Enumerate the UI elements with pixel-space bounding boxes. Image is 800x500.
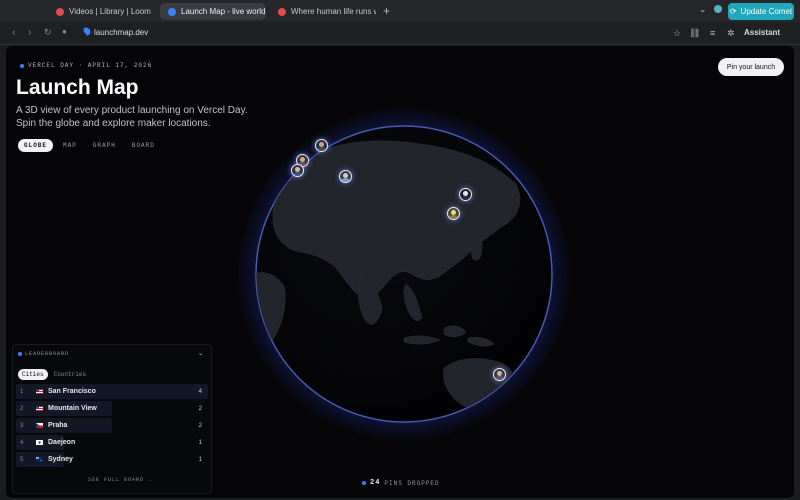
address-bar: ‹ › ↻ ● launchmap.dev ☆ ⛓ ≡ ✲ Assistant: [0, 22, 800, 45]
tab-cities[interactable]: Cities: [18, 369, 48, 380]
page-favicon-icon: [278, 7, 286, 16]
maker-avatar[interactable]: [459, 188, 472, 201]
row-city: Mountain View: [48, 405, 97, 412]
menu-lines-icon[interactable]: ≡: [710, 28, 715, 38]
row-rank: 2: [20, 405, 24, 412]
pins-count: 24: [370, 479, 381, 487]
czech-flag-icon: [36, 423, 43, 428]
link-icon[interactable]: ⛓: [689, 28, 700, 39]
forward-arrow-icon[interactable]: ›: [28, 27, 31, 38]
us-flag-icon: [36, 389, 43, 394]
event-date-text: VERCEL DAY · APRIL 17, 2026: [28, 62, 153, 69]
update-comet-button[interactable]: ⟳ Update Comet: [728, 3, 794, 20]
tab-board[interactable]: BOARD: [126, 139, 161, 152]
australia-flag-icon: [36, 457, 43, 462]
leaderboard-row[interactable]: 1 San Francisco 4: [16, 384, 208, 399]
row-rank: 5: [20, 456, 24, 463]
maker-avatar[interactable]: [291, 164, 304, 177]
tab-perplexity[interactable]: Where human life runs with: [270, 3, 376, 20]
launch-map-page: VERCEL DAY · APRIL 17, 2026 Launch Map A…: [6, 46, 794, 498]
bookmark-star-icon[interactable]: ☆: [673, 28, 681, 39]
tab-globe[interactable]: GLOBE: [18, 139, 54, 152]
status-dot-icon: [362, 481, 366, 485]
pins-dropped-counter: 24 PINS DROPPED: [362, 479, 440, 487]
tab-countries[interactable]: Countries: [50, 369, 90, 380]
maker-avatar[interactable]: [447, 207, 460, 220]
leaderboard-row[interactable]: 3 Praha 2: [16, 418, 208, 433]
maker-avatar[interactable]: [339, 170, 352, 183]
page-title: Launch Map: [16, 76, 139, 99]
refresh-icon: ⟳: [729, 7, 737, 16]
microphone-icon[interactable]: ●: [62, 27, 67, 36]
us-flag-icon: [36, 406, 43, 411]
tab-label: Launch Map - live world ma: [181, 7, 266, 16]
see-full-board-link[interactable]: SEE FULL BOARD →: [88, 477, 152, 483]
collapse-chevron-icon[interactable]: ⌄: [197, 348, 204, 357]
status-dot-icon: [20, 63, 24, 68]
row-count: 2: [198, 422, 202, 429]
leaderboard-title: LEADERBOARD: [25, 351, 70, 357]
assistant-button[interactable]: Assistant: [744, 28, 780, 37]
row-count: 1: [198, 439, 202, 446]
tab-label: Where human life runs with: [291, 7, 376, 16]
leaderboard-header: LEADERBOARD: [18, 351, 69, 357]
globe-favicon-icon: [168, 7, 176, 16]
page-subtitle: A 3D view of every product launching on …: [16, 105, 248, 129]
maker-avatar[interactable]: [315, 139, 328, 152]
row-rank: 3: [20, 422, 24, 429]
browser-tab-strip: Videos | Library | Loom Launch Map - liv…: [0, 0, 800, 22]
pins-label: PINS DROPPED: [384, 479, 440, 487]
update-label: Update Comet: [740, 7, 793, 16]
leaderboard-row[interactable]: 2 Mountain View 2: [16, 401, 208, 416]
row-count: 1: [198, 456, 202, 463]
row-city: Praha: [48, 422, 68, 429]
url-field[interactable]: launchmap.dev: [94, 28, 148, 37]
tab-map[interactable]: MAP: [57, 139, 83, 152]
leaderboard-row[interactable]: 4 Daejeon 1: [16, 435, 208, 450]
row-city: San Francisco: [48, 388, 96, 395]
row-count: 2: [198, 405, 202, 412]
settings-icon[interactable]: ✲: [727, 28, 735, 39]
new-tab-button[interactable]: +: [383, 4, 390, 18]
leaderboard-panel: LEADERBOARD ⌄ Cities Countries 1 San Fra…: [12, 344, 212, 494]
korea-flag-icon: [36, 440, 43, 445]
pin-your-launch-button[interactable]: Pin your launch: [718, 58, 784, 76]
event-date-badge: VERCEL DAY · APRIL 17, 2026: [20, 62, 152, 69]
chevron-down-icon[interactable]: ⌄: [699, 4, 707, 15]
status-dot-icon: [18, 352, 22, 356]
row-city: Daejeon: [48, 439, 76, 446]
row-city: Sydney: [48, 456, 73, 463]
tab-graph[interactable]: GRAPH: [87, 139, 122, 152]
tab-launch-map[interactable]: Launch Map - live world ma: [160, 3, 266, 20]
maker-avatar[interactable]: [493, 368, 506, 381]
back-arrow-icon[interactable]: ‹: [12, 27, 15, 38]
row-count: 4: [198, 388, 202, 395]
row-rank: 1: [20, 388, 24, 395]
reload-icon[interactable]: ↻: [44, 27, 52, 38]
row-rank: 4: [20, 439, 24, 446]
tab-loom[interactable]: Videos | Library | Loom: [48, 3, 156, 20]
leaderboard-row[interactable]: 5 Sydney 1: [16, 452, 208, 467]
loom-favicon-icon: [56, 7, 64, 16]
leaderboard-tabs: Cities Countries: [18, 369, 90, 380]
tab-label: Videos | Library | Loom: [69, 7, 151, 16]
comet-icon: [714, 5, 722, 13]
location-pin-icon: [82, 26, 92, 36]
view-switcher: GLOBE MAP GRAPH BOARD: [18, 139, 161, 152]
